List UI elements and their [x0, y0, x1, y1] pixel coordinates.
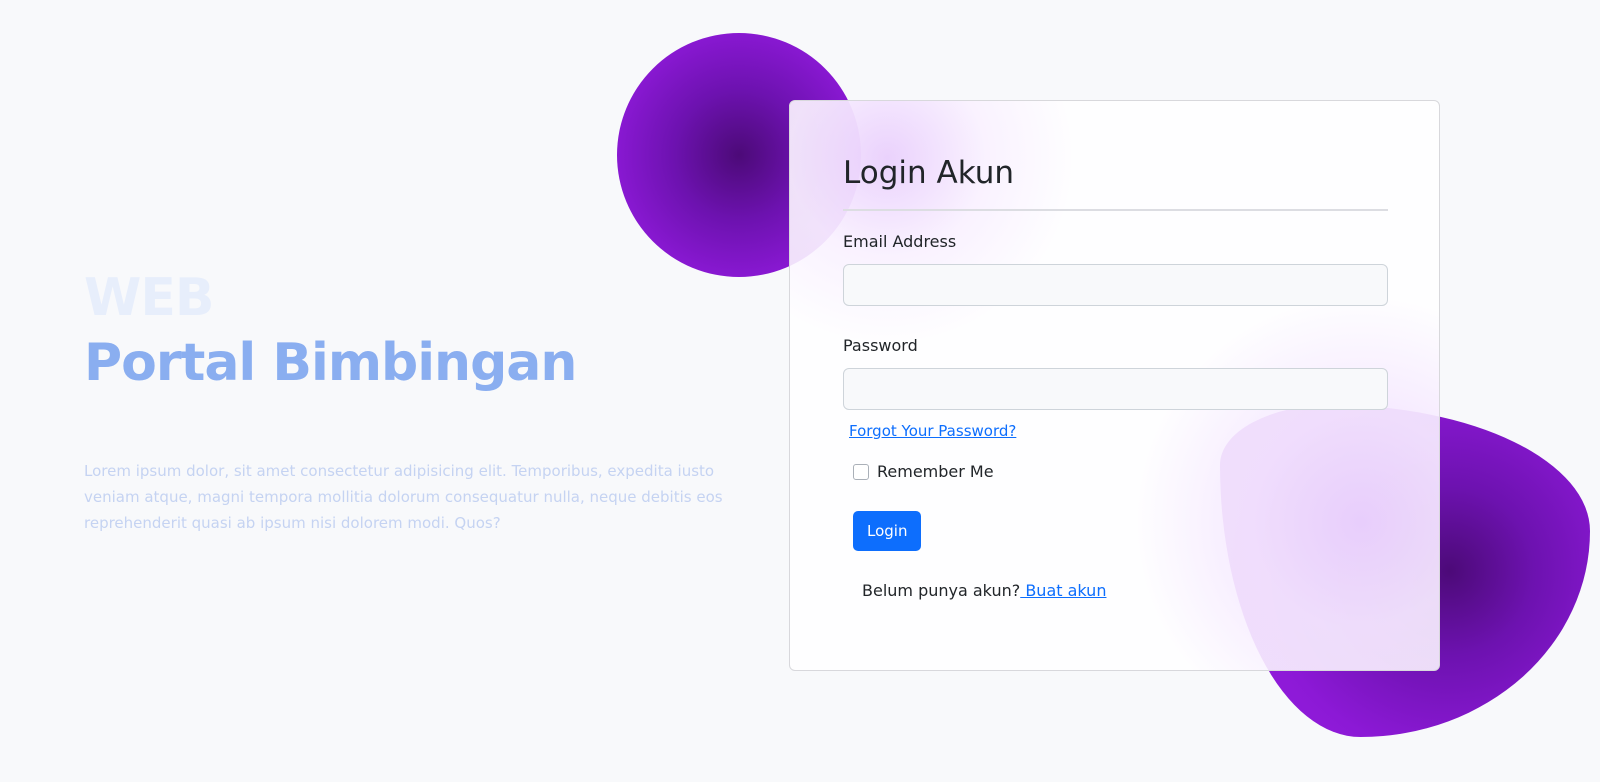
hero-title: Portal Bimbingan [84, 333, 577, 393]
hero-section: WEB Portal Bimbingan Lorem ipsum dolor, … [84, 268, 744, 536]
login-page: WEB Portal Bimbingan Lorem ipsum dolor, … [0, 0, 1600, 782]
signup-prompt: Belum punya akun? Buat akun [862, 581, 1387, 600]
remember-me-checkbox[interactable] [853, 463, 869, 480]
password-label: Password [843, 336, 918, 355]
email-label: Email Address [843, 232, 957, 251]
hero-eyebrow: WEB [84, 268, 215, 328]
email-field[interactable] [843, 264, 1388, 306]
password-field[interactable] [843, 368, 1388, 410]
signup-prompt-text: Belum punya akun? [862, 581, 1021, 600]
forgot-password-link[interactable]: Forgot Your Password? [849, 422, 1016, 440]
login-card: Login Akun Email Address Password Forgot… [789, 100, 1440, 671]
login-title: Login Akun [843, 155, 1014, 191]
hero-description: Lorem ipsum dolor, sit amet consectetur … [84, 462, 723, 532]
signup-link[interactable]: Buat akun [1020, 581, 1106, 600]
remember-me-row[interactable]: Remember Me [853, 462, 1387, 481]
remember-me-label: Remember Me [877, 462, 994, 481]
login-button[interactable]: Login [853, 511, 922, 551]
divider [843, 209, 1388, 211]
